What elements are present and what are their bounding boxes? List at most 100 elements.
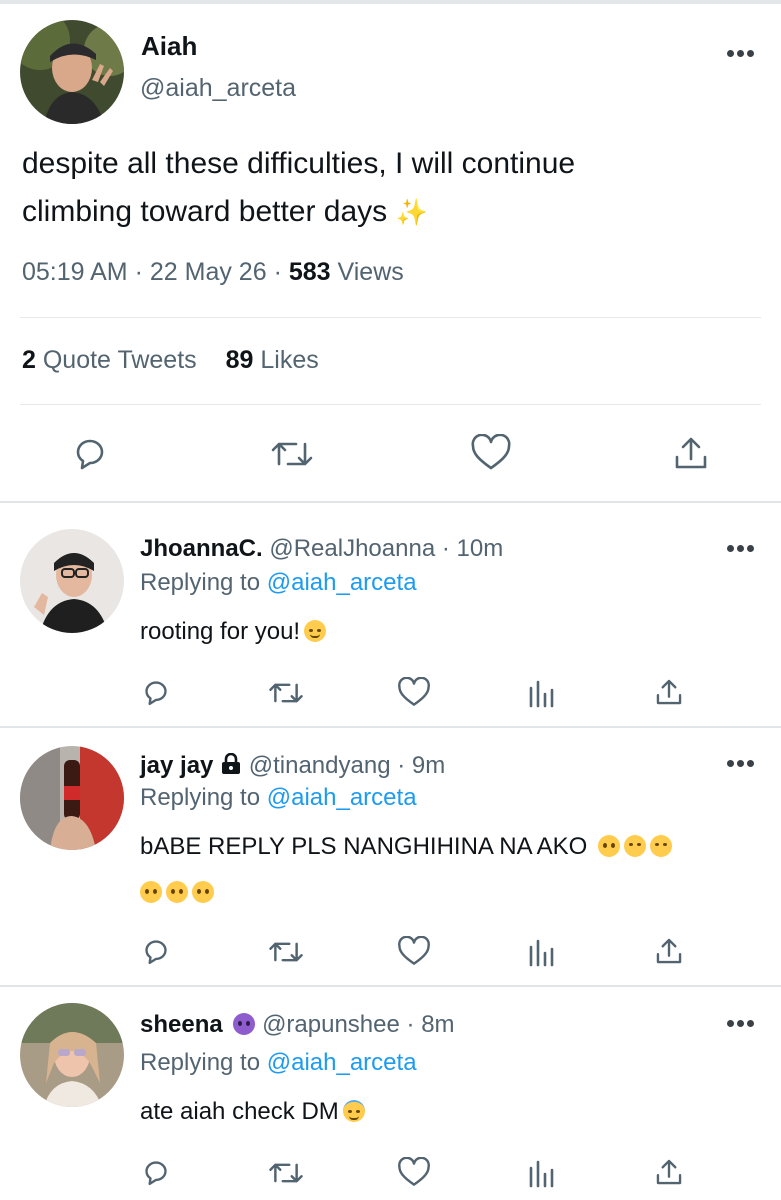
reply-header: sheena @rapunshee · 8m: [140, 1011, 455, 1039]
retweet-icon: [271, 442, 313, 466]
analytics-icon: [529, 680, 554, 708]
tweet-text-line-1: despite all these difficulties, I will c…: [22, 147, 576, 180]
tweet-meta: 05:19 AM · 22 May 26 · 583 Views: [22, 258, 404, 287]
reply-button[interactable]: [140, 936, 172, 966]
likes-link[interactable]: 89 Likes: [226, 346, 319, 374]
divider: [20, 404, 761, 405]
like-button[interactable]: [397, 1157, 431, 1188]
reply-author-name[interactable]: jay jay: [140, 752, 213, 779]
halo-face-emoji: [342, 1100, 365, 1122]
quote-label: Quote Tweets: [42, 346, 197, 374]
crying-face-emoji: [623, 835, 646, 857]
crying-face-emoji: [649, 835, 672, 857]
heart-icon: [398, 677, 430, 706]
share-button[interactable]: [672, 434, 710, 472]
avatar[interactable]: [20, 20, 124, 124]
reply-button[interactable]: [70, 434, 110, 472]
lock-icon: [220, 752, 242, 782]
reply-time[interactable]: 9m: [412, 752, 445, 779]
reply-author-handle[interactable]: @tinandyang: [249, 752, 391, 779]
divider: [20, 317, 761, 318]
author-name[interactable]: Aiah: [141, 31, 197, 62]
meta-separator: ·: [273, 258, 282, 286]
like-button[interactable]: [470, 434, 512, 472]
pleading-face-emoji: [140, 881, 162, 903]
views-label: Views: [337, 258, 404, 286]
main-tweet: Aiah @aiah_arceta despite all these diff…: [0, 0, 781, 500]
avatar[interactable]: [20, 1003, 124, 1107]
reply-author-name[interactable]: sheena: [140, 1011, 223, 1038]
tweet-stats: 2 Quote Tweets 89 Likes: [22, 346, 319, 375]
meta-separator: ·: [134, 258, 143, 286]
retweet-button[interactable]: [268, 1158, 304, 1188]
heart-icon: [398, 1157, 430, 1186]
heart-icon: [398, 936, 430, 965]
analytics-button[interactable]: [527, 678, 555, 708]
quote-tweets-link[interactable]: 2 Quote Tweets: [22, 346, 197, 374]
likes-label: Likes: [260, 346, 319, 374]
reply-time[interactable]: 10m: [457, 535, 504, 562]
share-icon: [656, 1159, 682, 1185]
author-handle[interactable]: @aiah_arceta: [140, 74, 296, 103]
sparkles-emoji: ✨: [395, 197, 428, 227]
reply-icon: [145, 940, 167, 965]
more-options-icon[interactable]: [727, 760, 757, 768]
reply-time[interactable]: 8m: [421, 1011, 454, 1038]
analytics-button[interactable]: [527, 1158, 555, 1188]
share-button[interactable]: [654, 936, 684, 966]
replying-prefix: Replying to: [140, 1049, 261, 1076]
like-button[interactable]: [397, 936, 431, 967]
reply-author-handle[interactable]: @rapunshee: [262, 1011, 400, 1038]
smiling-emoji: [304, 620, 327, 642]
reply-text: rooting for you!: [140, 609, 740, 655]
tweet-time[interactable]: 05:19 AM: [22, 258, 128, 286]
retweet-button[interactable]: [268, 678, 304, 708]
retweet-icon: [269, 942, 303, 962]
avatar[interactable]: [20, 746, 124, 850]
like-button[interactable]: [397, 677, 431, 708]
reply-tweet: jay jay @tinandyang · 9m Replying to @ai…: [0, 728, 781, 984]
avatar[interactable]: [20, 529, 124, 633]
meta-separator: ·: [406, 1011, 415, 1038]
reply-button[interactable]: [140, 1157, 172, 1187]
heart-icon: [471, 434, 511, 470]
reply-text: ate aiah check DM: [140, 1089, 740, 1135]
reply-tweet: JhoannaC. @RealJhoanna · 10m Replying to…: [0, 503, 781, 725]
reply-text-content: ate aiah check DM: [140, 1098, 339, 1125]
tweet-date[interactable]: 22 May 26: [150, 258, 267, 286]
meta-separator: ·: [441, 535, 450, 562]
retweet-button[interactable]: [268, 937, 304, 967]
reply-header: jay jay @tinandyang · 9m: [140, 752, 445, 782]
replying-handle-link[interactable]: @aiah_arceta: [267, 569, 417, 596]
replying-to: Replying to @aiah_arceta: [140, 784, 417, 812]
retweet-button[interactable]: [270, 436, 314, 472]
reply-author-handle[interactable]: @RealJhoanna: [269, 535, 435, 562]
pleading-face-emoji: [192, 881, 214, 903]
replying-handle-link[interactable]: @aiah_arceta: [267, 784, 417, 811]
reply-author-name[interactable]: JhoannaC.: [140, 535, 263, 562]
replying-prefix: Replying to: [140, 569, 261, 596]
tweet-text-line-2: climbing toward better days: [22, 195, 388, 228]
analytics-icon: [529, 1160, 554, 1188]
quote-count: 2: [22, 346, 36, 374]
reply-button[interactable]: [140, 677, 172, 707]
reply-text-content: bABE REPLY PLS NANGHIHINA NA AKO: [140, 833, 588, 860]
analytics-button[interactable]: [527, 937, 555, 967]
more-options-icon[interactable]: [727, 1020, 757, 1028]
replying-to: Replying to @aiah_arceta: [140, 569, 417, 597]
reply-tweet: sheena @rapunshee · 8m Replying to @aiah…: [0, 987, 781, 1200]
reply-text-content: rooting for you!: [140, 618, 301, 645]
reply-text: bABE REPLY PLS NANGHIHINA NA AKO: [140, 824, 740, 916]
share-icon: [656, 679, 682, 705]
retweet-icon: [269, 1163, 303, 1183]
share-button[interactable]: [654, 1157, 684, 1187]
reply-icon: [145, 681, 167, 706]
replying-handle-link[interactable]: @aiah_arceta: [267, 1049, 417, 1076]
pleading-face-emoji: [597, 835, 620, 857]
share-icon: [656, 938, 682, 964]
share-button[interactable]: [654, 677, 684, 707]
more-options-icon[interactable]: [727, 545, 757, 553]
replying-to: Replying to @aiah_arceta: [140, 1049, 417, 1077]
pleading-face-emoji: [166, 881, 188, 903]
more-options-icon[interactable]: [727, 50, 757, 58]
